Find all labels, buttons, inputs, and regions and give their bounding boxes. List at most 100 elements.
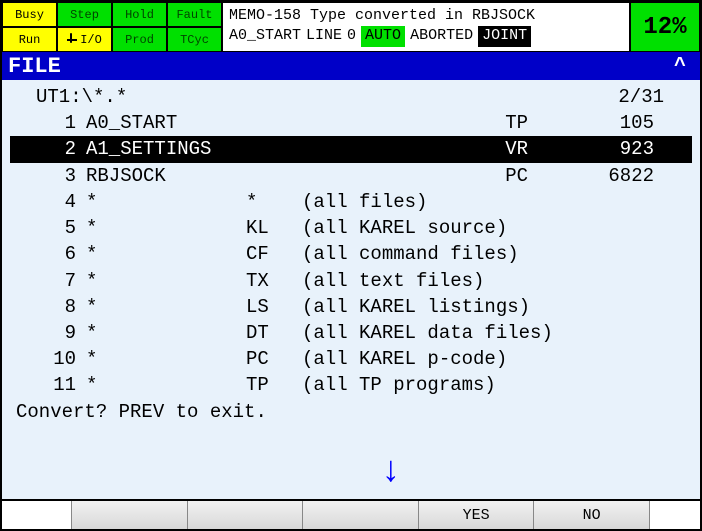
chevron-up-icon: ^ bbox=[674, 55, 686, 78]
softkey-next-spacer bbox=[650, 501, 700, 529]
filter-name: * bbox=[86, 189, 246, 215]
filter-ext: TX bbox=[246, 268, 302, 294]
filter-desc: (all TP programs) bbox=[302, 372, 572, 398]
softkey-f1[interactable] bbox=[72, 501, 188, 529]
filter-ext: * bbox=[246, 189, 302, 215]
blank bbox=[572, 320, 660, 346]
filter-desc: (all KAREL listings) bbox=[302, 294, 572, 320]
line-number: 0 bbox=[347, 26, 356, 46]
filter-ext: TP bbox=[246, 372, 302, 398]
list-item[interactable]: 11*TP(all TP programs) bbox=[10, 372, 692, 398]
softkey-f4-yes[interactable]: YES bbox=[419, 501, 535, 529]
list-item[interactable]: 4**(all files) bbox=[10, 189, 692, 215]
filter-name: * bbox=[86, 215, 246, 241]
item-counter: 2/31 bbox=[618, 84, 692, 110]
filter-name: * bbox=[86, 346, 246, 372]
filter-ext: DT bbox=[246, 320, 302, 346]
row-index: 9 bbox=[10, 320, 86, 346]
filter-desc: (all KAREL data files) bbox=[302, 320, 572, 346]
arrow-down-icon: ↓ bbox=[380, 447, 402, 497]
override-percent: 12% bbox=[630, 2, 700, 52]
list-item[interactable]: 5*KL(all KAREL source) bbox=[10, 215, 692, 241]
list-item[interactable]: 10*PC(all KAREL p-code) bbox=[10, 346, 692, 372]
list-item[interactable]: 7*TX(all text files) bbox=[10, 268, 692, 294]
alarm-message: MEMO-158 Type converted in RBJSOCK bbox=[229, 6, 623, 26]
blank bbox=[572, 241, 660, 267]
blank bbox=[572, 346, 660, 372]
blank bbox=[572, 372, 660, 398]
blank bbox=[572, 268, 660, 294]
led-tcyc: TCyc bbox=[167, 27, 222, 52]
filter-desc: (all command files) bbox=[302, 241, 572, 267]
row-index: 8 bbox=[10, 294, 86, 320]
current-path: UT1:\*.* bbox=[10, 84, 127, 110]
status-bar: Busy Step Hold Fault Run I/O Prod TCyc M… bbox=[2, 2, 700, 52]
filter-desc: (all text files) bbox=[302, 268, 572, 294]
led-fault: Fault bbox=[167, 2, 222, 27]
list-item[interactable]: 9*DT(all KAREL data files) bbox=[10, 320, 692, 346]
file-type: PC bbox=[302, 163, 572, 189]
file-size: 6822 bbox=[572, 163, 660, 189]
file-ext bbox=[246, 110, 302, 136]
list-item[interactable]: 2A1_SETTINGS VR923 bbox=[10, 136, 692, 162]
file-size: 105 bbox=[572, 110, 660, 136]
program-status-line: A0_START LINE 0 AUTO ABORTED JOINT bbox=[229, 26, 623, 46]
filter-desc: (all files) bbox=[302, 189, 572, 215]
filter-ext: PC bbox=[246, 346, 302, 372]
row-index: 6 bbox=[10, 241, 86, 267]
file-size: 923 bbox=[572, 136, 660, 162]
file-name: RBJSOCK bbox=[86, 163, 246, 189]
line-label: LINE bbox=[306, 26, 342, 46]
message-area: MEMO-158 Type converted in RBJSOCK A0_ST… bbox=[222, 2, 630, 52]
file-type: TP bbox=[302, 110, 572, 136]
filter-ext: CF bbox=[246, 241, 302, 267]
led-io-label: I/O bbox=[80, 33, 102, 47]
io-icon bbox=[67, 39, 77, 41]
led-hold: Hold bbox=[112, 2, 167, 27]
row-index: 2 bbox=[10, 136, 86, 162]
softkey-f5-no[interactable]: NO bbox=[534, 501, 650, 529]
led-io: I/O bbox=[57, 27, 112, 52]
row-index: 4 bbox=[10, 189, 86, 215]
filter-desc: (all KAREL p-code) bbox=[302, 346, 572, 372]
file-name: A1_SETTINGS bbox=[86, 136, 246, 162]
filter-ext: LS bbox=[246, 294, 302, 320]
filter-name: * bbox=[86, 268, 246, 294]
auto-badge: AUTO bbox=[361, 26, 405, 46]
softkey-f3[interactable] bbox=[303, 501, 419, 529]
run-state: ABORTED bbox=[410, 26, 473, 46]
filter-ext: KL bbox=[246, 215, 302, 241]
filter-name: * bbox=[86, 294, 246, 320]
filter-name: * bbox=[86, 320, 246, 346]
file-ext bbox=[246, 136, 302, 162]
prompt-text: Convert? PREV to exit. bbox=[10, 399, 692, 425]
led-busy: Busy bbox=[2, 2, 57, 27]
row-index: 10 bbox=[10, 346, 86, 372]
led-step: Step bbox=[57, 2, 112, 27]
file-listing: UT1:\*.* 2/31 1A0_STARTTP1052A1_SETTINGS… bbox=[2, 80, 700, 499]
blank bbox=[572, 189, 660, 215]
row-index: 11 bbox=[10, 372, 86, 398]
blank bbox=[572, 294, 660, 320]
list-item[interactable]: 3RBJSOCK PC6822 bbox=[10, 163, 692, 189]
file-ext bbox=[246, 163, 302, 189]
softkey-f2[interactable] bbox=[188, 501, 304, 529]
led-grid: Busy Step Hold Fault Run I/O Prod TCyc bbox=[2, 2, 222, 52]
softkey-prev-spacer bbox=[2, 501, 72, 529]
program-name: A0_START bbox=[229, 26, 301, 46]
led-prod: Prod bbox=[112, 27, 167, 52]
row-index: 7 bbox=[10, 268, 86, 294]
list-item[interactable]: 1A0_STARTTP105 bbox=[10, 110, 692, 136]
file-type: VR bbox=[302, 136, 572, 162]
led-run: Run bbox=[2, 27, 57, 52]
file-name: A0_START bbox=[86, 110, 246, 136]
motion-mode-badge: JOINT bbox=[478, 26, 531, 46]
row-index: 5 bbox=[10, 215, 86, 241]
filter-name: * bbox=[86, 241, 246, 267]
list-item[interactable]: 6*CF(all command files) bbox=[10, 241, 692, 267]
row-index: 3 bbox=[10, 163, 86, 189]
screen-title-bar: FILE ^ bbox=[2, 52, 700, 80]
filter-name: * bbox=[86, 372, 246, 398]
softkey-bar: YES NO bbox=[2, 499, 700, 529]
list-item[interactable]: 8*LS(all KAREL listings) bbox=[10, 294, 692, 320]
